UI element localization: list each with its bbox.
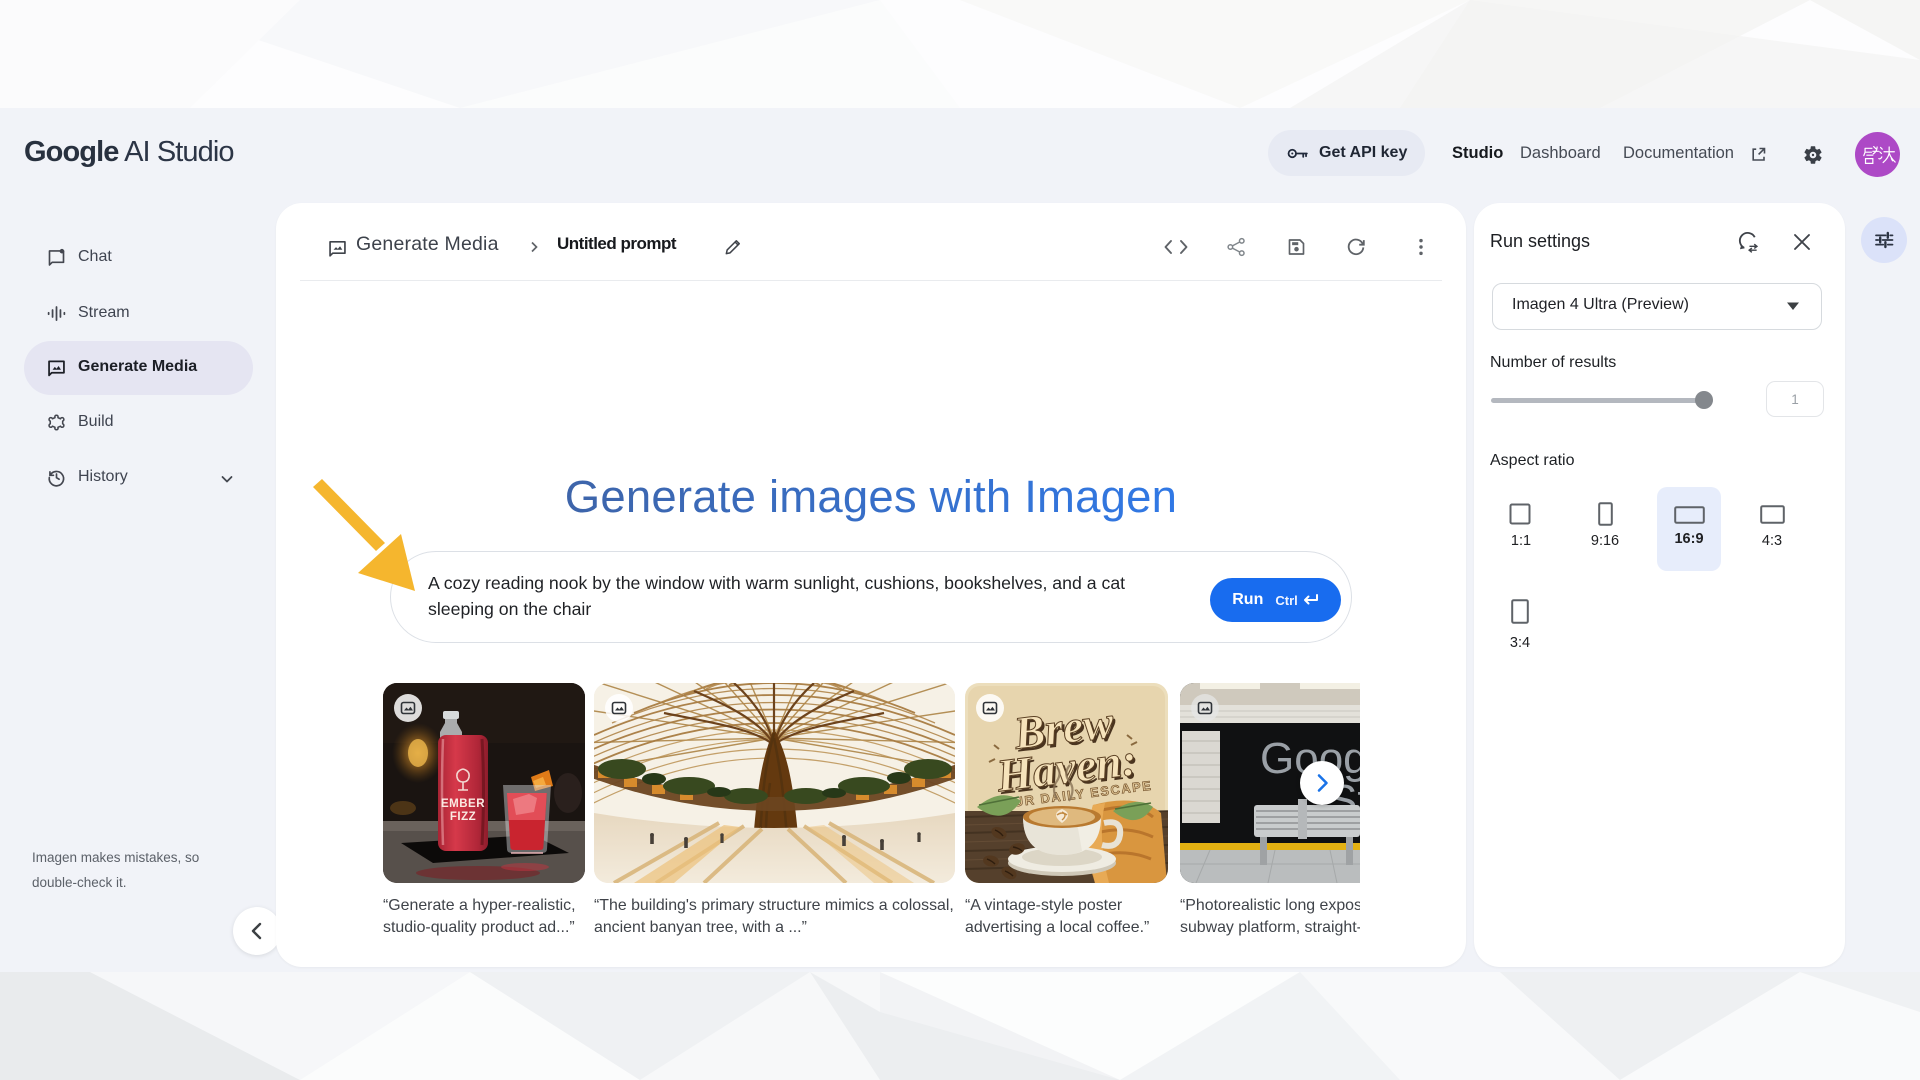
- svg-text:EMBER: EMBER: [441, 798, 485, 810]
- svg-text:FIZZ: FIZZ: [450, 811, 476, 823]
